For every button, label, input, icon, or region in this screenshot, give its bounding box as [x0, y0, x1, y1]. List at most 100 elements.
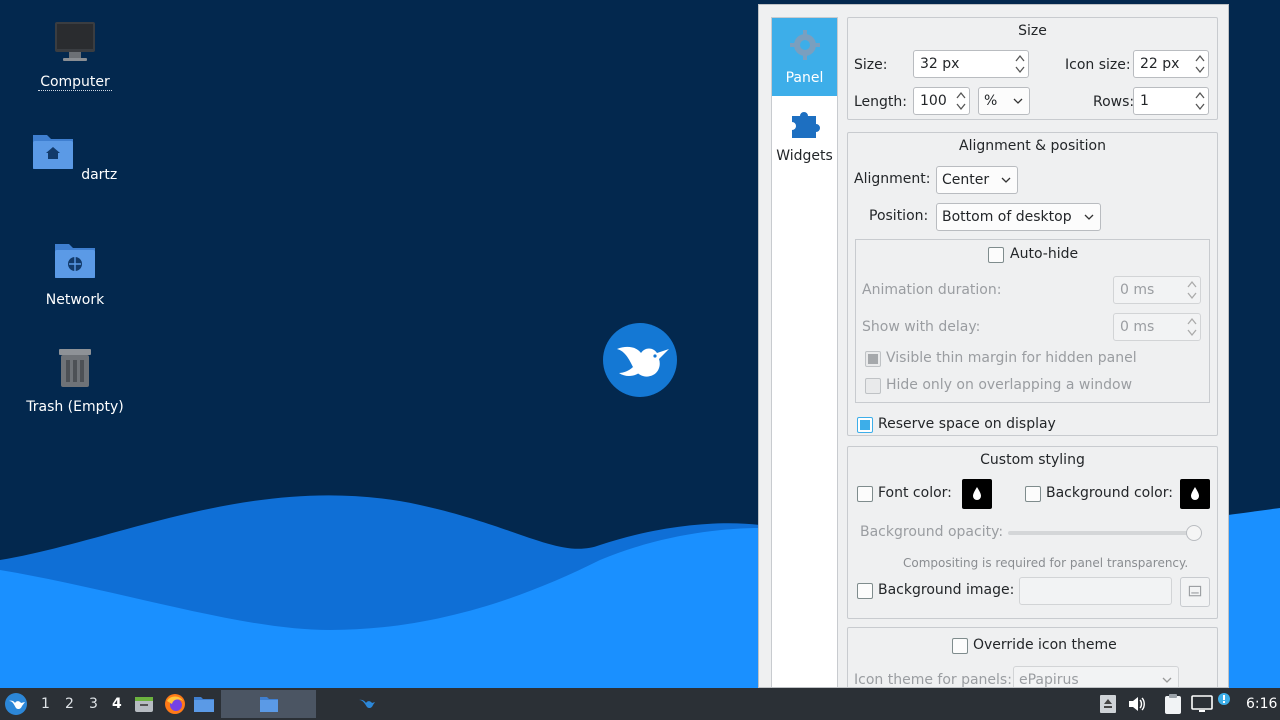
background-color-button[interactable]: [1180, 479, 1210, 509]
alignment-value: Center: [942, 172, 990, 188]
background-color-checkbox[interactable]: [1025, 486, 1041, 502]
spin-arrows-icon[interactable]: [1187, 279, 1197, 301]
hummingbird-logo: [603, 323, 677, 397]
opacity-slider[interactable]: [1008, 531, 1202, 535]
sidebar-item-label: Panel: [785, 70, 824, 86]
background-image-checkbox[interactable]: [857, 583, 873, 599]
trash-icon: [59, 349, 91, 387]
chevron-down-icon: [1001, 177, 1011, 183]
thin-margin-checkbox[interactable]: [865, 351, 881, 367]
length-spinbox[interactable]: 100: [913, 87, 970, 115]
drop-icon: [1191, 487, 1199, 500]
rows-spinbox[interactable]: 1: [1133, 87, 1209, 115]
animation-duration-label: Animation duration:: [862, 282, 1002, 298]
show-delay-spinbox[interactable]: 0 ms: [1113, 313, 1201, 341]
workspace-1[interactable]: 1: [41, 696, 50, 712]
length-unit-select[interactable]: %: [978, 87, 1030, 115]
size-label: Size:: [854, 57, 888, 73]
browse-image-button[interactable]: [1180, 577, 1210, 607]
icon-theme-group: Override icon theme Icon theme for panel…: [847, 627, 1218, 688]
size-spinbox[interactable]: 32 px: [913, 50, 1029, 78]
icon-theme-label: Icon theme for panels:: [854, 672, 1012, 688]
puzzle-icon: [791, 112, 820, 138]
folder-icon[interactable]: [193, 694, 215, 714]
group-title: Custom styling: [980, 452, 1085, 468]
taskbar: 1 2 3 4 6:16: [0, 688, 1280, 720]
taskbar-clock[interactable]: 6:16: [1246, 696, 1277, 712]
font-color-button[interactable]: [962, 479, 992, 509]
clipboard-icon[interactable]: [1163, 693, 1183, 715]
sidebar-item-panel[interactable]: Panel: [772, 18, 837, 96]
position-label: Position:: [869, 208, 929, 224]
sidebar-item-widgets[interactable]: Widgets: [772, 96, 837, 174]
workspace-3[interactable]: 3: [89, 696, 98, 712]
config-sidebar: Panel Widgets: [771, 17, 838, 687]
chevron-down-icon: [1084, 214, 1094, 220]
desktop-icon-label: Computer: [38, 74, 112, 91]
display-icon[interactable]: [1191, 694, 1213, 714]
desktop-icon-network[interactable]: Network: [20, 238, 130, 308]
animation-duration-value: 0 ms: [1120, 282, 1155, 298]
desktop-icon-label: Network: [45, 292, 105, 308]
taskbar-task-active[interactable]: [221, 690, 316, 718]
show-delay-label: Show with delay:: [862, 319, 981, 335]
thin-margin-label: Visible thin margin for hidden panel: [886, 350, 1137, 366]
override-icon-theme-checkbox[interactable]: [952, 638, 968, 654]
icon-size-spinbox[interactable]: 22 px: [1133, 50, 1209, 78]
eject-icon[interactable]: [1099, 694, 1117, 714]
size-value: 32 px: [920, 56, 960, 72]
workspace-2[interactable]: 2: [65, 696, 74, 712]
firefox-icon[interactable]: [164, 693, 186, 715]
file-manager-icon[interactable]: [134, 694, 154, 714]
computer-icon: [55, 22, 95, 61]
app-menu-icon[interactable]: [4, 692, 28, 716]
volume-icon[interactable]: [1127, 694, 1147, 714]
panel-settings-task-icon[interactable]: [357, 694, 377, 714]
alignment-select[interactable]: Center: [936, 166, 1018, 194]
show-delay-value: 0 ms: [1120, 319, 1155, 335]
image-browse-icon: [1188, 585, 1202, 597]
hide-overlap-checkbox[interactable]: [865, 378, 881, 394]
length-unit-value: %: [984, 93, 998, 109]
icon-size-value: 22 px: [1140, 56, 1180, 72]
icon-theme-value: ePapirus: [1019, 672, 1079, 688]
rows-label: Rows:: [1093, 94, 1135, 110]
desktop-icon-trash[interactable]: Trash (Empty): [20, 345, 130, 415]
size-group: Size Size: 32 px Icon size: 22 px Length…: [847, 17, 1218, 120]
drop-icon: [973, 487, 981, 500]
autohide-checkbox[interactable]: [988, 247, 1004, 263]
group-title: Size: [1018, 23, 1047, 39]
position-value: Bottom of desktop: [942, 209, 1072, 225]
length-value: 100: [920, 93, 947, 109]
animation-duration-spinbox[interactable]: 0 ms: [1113, 276, 1201, 304]
desktop-icon-label: dartz: [81, 167, 118, 183]
reserve-space-checkbox[interactable]: [857, 417, 873, 433]
custom-styling-group: Custom styling Font color: Background co…: [847, 446, 1218, 619]
spin-arrows-icon[interactable]: [1195, 90, 1205, 112]
chevron-down-icon: [1013, 98, 1023, 104]
panel-config-window: Panel Widgets Size Size: 32 px Icon size…: [758, 4, 1229, 688]
spin-arrows-icon[interactable]: [1195, 53, 1205, 75]
workspace-4[interactable]: 4: [112, 696, 122, 712]
alignment-label: Alignment:: [854, 171, 931, 187]
position-select[interactable]: Bottom of desktop: [936, 203, 1101, 231]
opacity-slider-handle[interactable]: [1186, 525, 1202, 541]
hide-overlap-label: Hide only on overlapping a window: [886, 377, 1133, 393]
font-color-checkbox[interactable]: [857, 486, 873, 502]
font-color-label: Font color:: [878, 485, 952, 501]
spin-arrows-icon[interactable]: [1015, 53, 1025, 75]
desktop-icon-computer[interactable]: Computer: [20, 20, 130, 91]
spin-arrows-icon[interactable]: [956, 90, 966, 112]
gear-icon: [789, 30, 820, 60]
background-color-label: Background color:: [1046, 485, 1173, 501]
rows-value: 1: [1140, 93, 1149, 109]
sidebar-item-label: Widgets: [776, 148, 833, 164]
icon-theme-select[interactable]: ePapirus: [1013, 666, 1179, 688]
spin-arrows-icon[interactable]: [1187, 316, 1197, 338]
notification-icon[interactable]: [1217, 692, 1231, 706]
autohide-label: Auto-hide: [1010, 246, 1079, 262]
opacity-label: Background opacity:: [860, 524, 1004, 540]
background-image-field[interactable]: [1019, 577, 1172, 605]
desktop-icon-home[interactable]: dartz: [20, 129, 130, 183]
chevron-down-icon: [1162, 677, 1172, 683]
